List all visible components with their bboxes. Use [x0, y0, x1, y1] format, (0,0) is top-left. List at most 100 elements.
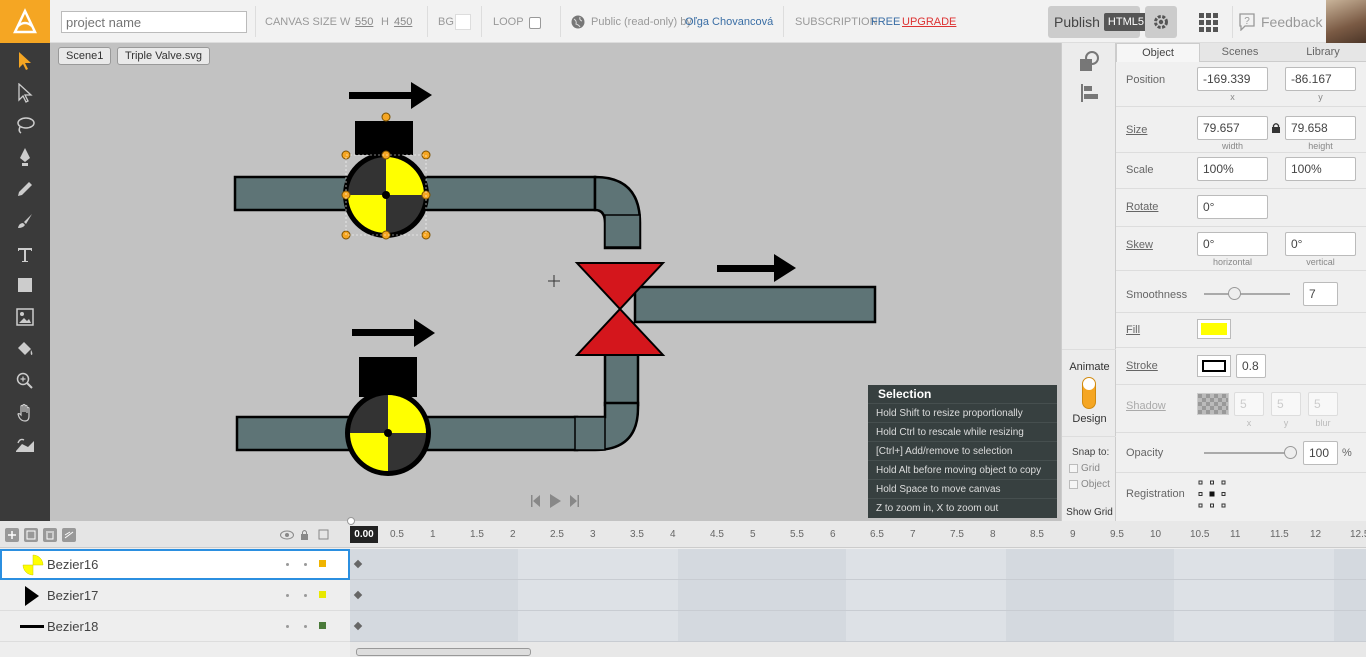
size-row: Size 79.657 79.658 width height: [1116, 107, 1366, 153]
bg-color-swatch[interactable]: [455, 14, 471, 30]
tab-scenes[interactable]: Scenes: [1200, 43, 1280, 62]
layer-track[interactable]: [350, 580, 1366, 611]
lasso-tool[interactable]: [0, 109, 50, 141]
canvas-height-value[interactable]: 450: [394, 16, 412, 28]
timeline-scrollbar[interactable]: [350, 642, 1366, 657]
playhead-handle[interactable]: [347, 517, 355, 525]
subscription-label: SUBSCRIPTION:: [795, 16, 881, 28]
opacity-slider-thumb[interactable]: [1284, 446, 1297, 459]
height-input[interactable]: 79.658: [1285, 116, 1356, 140]
keyframe[interactable]: [353, 621, 363, 631]
fill-label[interactable]: Fill: [1126, 324, 1140, 336]
pencil-tool[interactable]: [0, 173, 50, 205]
scale-y-input[interactable]: 100%: [1285, 157, 1356, 181]
shadow-x-input[interactable]: 5: [1234, 392, 1264, 416]
select-arrow-icon: [19, 52, 31, 70]
app-logo[interactable]: [0, 0, 50, 43]
shadow-label[interactable]: Shadow: [1126, 400, 1166, 412]
opacity-input[interactable]: 100: [1303, 441, 1338, 465]
registration-point-grid[interactable]: [1197, 479, 1227, 509]
position-y-input[interactable]: -86.167: [1285, 67, 1356, 91]
ruler-tick-label: 4: [670, 529, 676, 540]
lock-icon[interactable]: [1271, 122, 1281, 134]
position-x-input[interactable]: -169.339: [1197, 67, 1268, 91]
pen-tool[interactable]: [0, 141, 50, 173]
hand-tool[interactable]: [0, 397, 50, 429]
eyedropper-tool[interactable]: [0, 429, 50, 461]
size-label[interactable]: Size: [1126, 124, 1147, 136]
canvas-width-value[interactable]: 550: [355, 16, 373, 28]
skew-vertical-input[interactable]: 0°: [1285, 232, 1356, 256]
stroke-label[interactable]: Stroke: [1126, 360, 1158, 372]
user-avatar[interactable]: [1326, 0, 1366, 43]
rotate-label[interactable]: Rotate: [1126, 201, 1158, 213]
scrollbar-thumb[interactable]: [356, 648, 531, 656]
fill-color-swatch[interactable]: [1197, 319, 1231, 339]
image-tool[interactable]: [0, 301, 50, 333]
ruler-tick-label: 1: [430, 529, 436, 540]
layer-color[interactable]: [319, 622, 326, 629]
arrange-icon[interactable]: [1078, 51, 1100, 73]
pencil-icon: [18, 182, 32, 196]
ruler-tick-label: 11: [1230, 529, 1241, 540]
tab-object[interactable]: Object: [1116, 43, 1200, 62]
select-tool[interactable]: [0, 45, 50, 77]
opacity-slider-track[interactable]: [1204, 452, 1290, 454]
publish-button[interactable]: Publish HTML5: [1048, 6, 1148, 38]
smoothness-input[interactable]: 7: [1303, 282, 1338, 306]
stroke-color-swatch[interactable]: [1197, 355, 1231, 377]
upgrade-link[interactable]: UPGRADE: [902, 16, 956, 28]
text-tool[interactable]: [0, 239, 50, 271]
shadow-color-swatch[interactable]: [1197, 393, 1229, 415]
scale-x-input[interactable]: 100%: [1197, 157, 1268, 181]
keyframe[interactable]: [353, 590, 363, 600]
feedback-button[interactable]: ? Feedback: [1232, 6, 1324, 38]
skew-label[interactable]: Skew: [1126, 239, 1153, 251]
ruler-tick-label: 10.5: [1190, 529, 1210, 540]
time-ruler[interactable]: 0.00 0.5 1 1.5 2 2.5 3 3.5 4 4.5 5 5.5 6 6.5 7 7.5 8 8.5…: [347, 517, 1366, 548]
smoothness-slider-thumb[interactable]: [1228, 287, 1241, 300]
snap-object-checkbox[interactable]: [1069, 480, 1078, 489]
snap-grid-checkbox[interactable]: [1069, 464, 1078, 473]
ruler-tick-label: 6.5: [870, 529, 884, 540]
rotate-input[interactable]: 0°: [1197, 195, 1268, 219]
tab-library[interactable]: Library: [1280, 43, 1366, 62]
keyframe[interactable]: [353, 559, 363, 569]
width-input[interactable]: 79.657: [1197, 116, 1268, 140]
author-link[interactable]: Oľga Chovancová: [685, 16, 773, 28]
zoom-icon: [16, 372, 33, 389]
shadow-y-input[interactable]: 5: [1271, 392, 1301, 416]
brush-tool[interactable]: [0, 205, 50, 237]
layer-track[interactable]: [350, 611, 1366, 642]
layer-color[interactable]: [319, 591, 326, 598]
animate-design-toggle[interactable]: Animate Design: [1062, 349, 1117, 436]
paint-bucket-tool[interactable]: [0, 333, 50, 365]
ruler-tick-label: 4.5: [710, 529, 724, 540]
ruler-tick-label: 11.5: [1270, 529, 1289, 540]
smoothness-row: Smoothness 7: [1116, 271, 1366, 313]
layer-track[interactable]: [350, 549, 1366, 580]
shadow-blur-input[interactable]: 5: [1308, 392, 1338, 416]
stroke-row: Stroke 0.8: [1116, 348, 1366, 385]
snap-object-label: Object: [1081, 479, 1110, 490]
project-name-input[interactable]: [61, 11, 247, 33]
apps-grid-button[interactable]: [1190, 6, 1226, 38]
align-icon[interactable]: [1080, 83, 1100, 103]
layer-row-bezier16[interactable]: Bezier16: [0, 549, 350, 580]
current-time[interactable]: 0.00: [350, 526, 378, 543]
zoom-tool[interactable]: [0, 365, 50, 397]
layer-actions[interactable]: [5, 528, 81, 542]
stroke-width-input[interactable]: 0.8: [1236, 354, 1266, 378]
playback-controls[interactable]: [529, 492, 581, 510]
show-grid-button[interactable]: Show Grid: [1062, 507, 1117, 518]
layer-row-bezier17[interactable]: Bezier17: [0, 580, 350, 611]
visibility-lock-outline-icons[interactable]: [280, 529, 330, 541]
direct-select-tool[interactable]: [0, 77, 50, 109]
layer-row-bezier18[interactable]: Bezier18: [0, 611, 350, 642]
rectangle-tool[interactable]: [0, 269, 50, 301]
loop-checkbox[interactable]: [529, 17, 541, 29]
settings-button[interactable]: [1145, 6, 1177, 38]
smoothness-slider-track[interactable]: [1204, 293, 1290, 295]
skew-horizontal-input[interactable]: 0°: [1197, 232, 1268, 256]
layer-color[interactable]: [319, 560, 326, 567]
